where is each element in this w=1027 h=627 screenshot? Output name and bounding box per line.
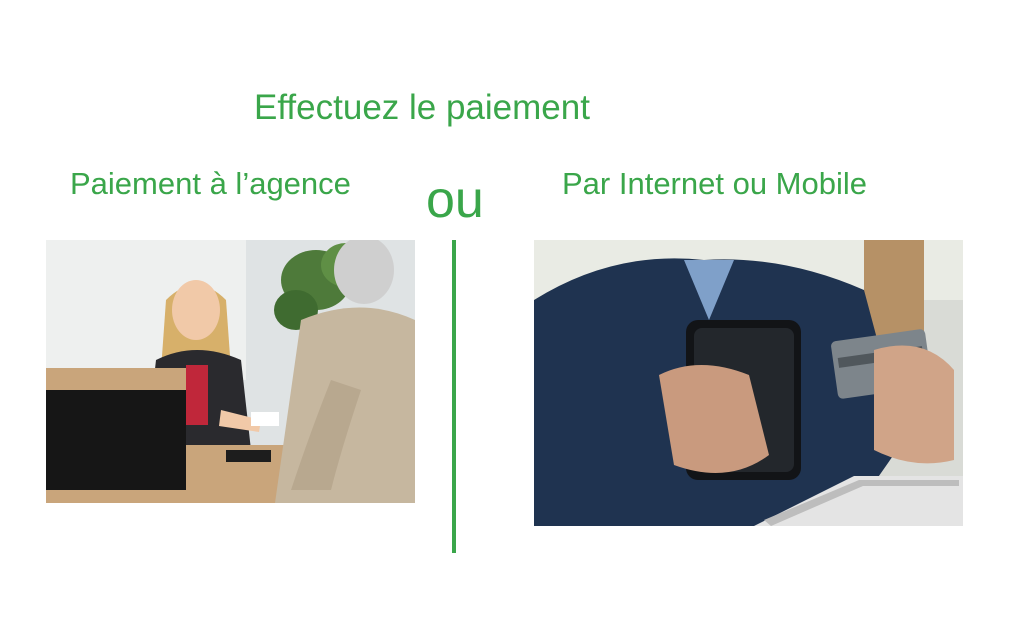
vertical-divider [452,240,456,553]
agency-payment-label: Paiement à l’agence [70,166,351,201]
phone-and-card-photo [534,240,963,526]
page-title: Effectuez le paiement [254,88,590,127]
or-separator: ou [426,171,484,229]
agency-counter-photo [46,240,415,503]
online-mobile-payment-label: Par Internet ou Mobile [562,166,868,201]
